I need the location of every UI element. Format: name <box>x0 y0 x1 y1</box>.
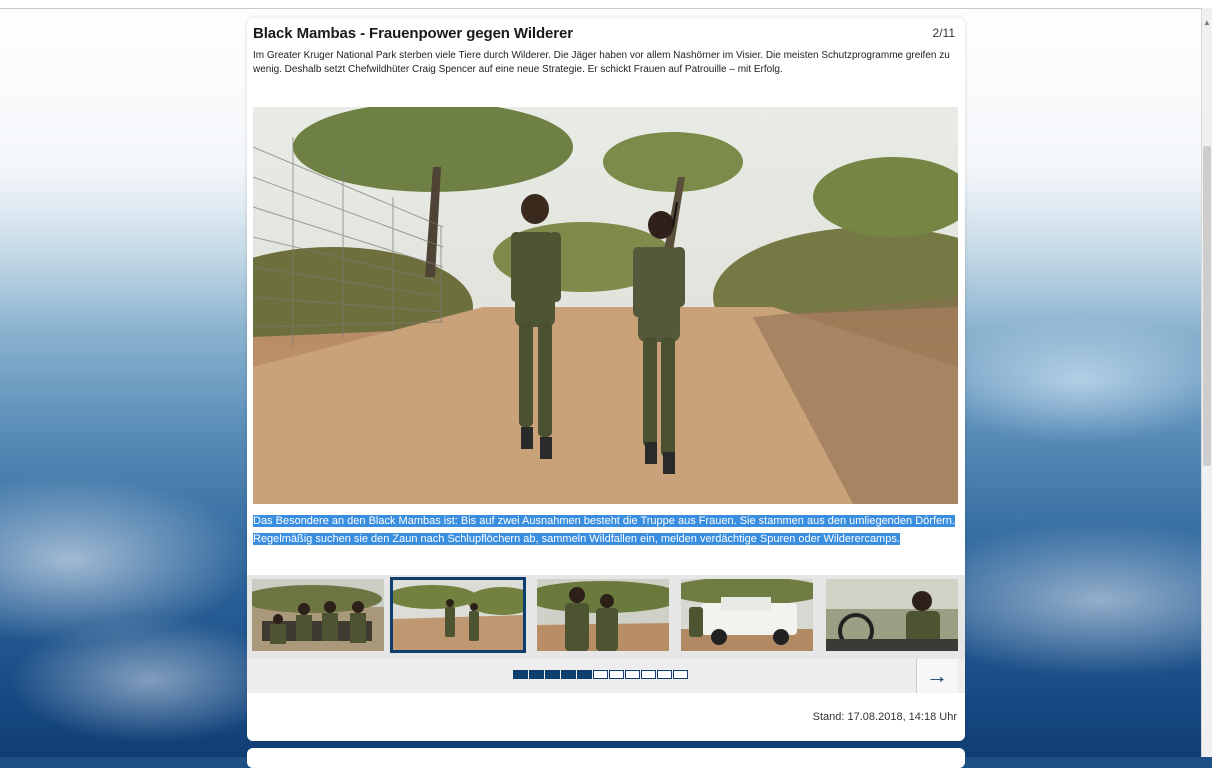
slide-progress <box>513 670 688 682</box>
slide-dot-3[interactable] <box>545 670 560 679</box>
timestamp: Stand: 17.08.2018, 14:18 Uhr <box>812 711 957 723</box>
slide-dot-8[interactable] <box>625 670 640 679</box>
photo-caption: Das Besondere an den Black Mambas ist: B… <box>253 512 961 548</box>
scroll-thumb[interactable] <box>1203 146 1211 466</box>
caption-text: Das Besondere an den Black Mambas ist: B… <box>253 515 955 545</box>
slide-dot-10[interactable] <box>657 670 672 679</box>
thumbnail-4[interactable] <box>681 579 813 651</box>
main-photo[interactable] <box>253 107 958 504</box>
thumbnail-3[interactable] <box>537 579 669 651</box>
slide-dot-9[interactable] <box>641 670 656 679</box>
photo-two-rangers-walking <box>253 107 958 504</box>
slide-dot-5[interactable] <box>577 670 592 679</box>
slide-counter: 2/11 <box>932 26 955 40</box>
article-lead: Im Greater Kruger National Park sterben … <box>253 50 950 75</box>
thumbnail-5[interactable] <box>826 579 958 651</box>
gallery-card: Black Mambas - Frauenpower gegen Wildere… <box>247 18 965 741</box>
slide-dot-11[interactable] <box>673 670 688 679</box>
scroll-up-icon[interactable]: ▲ <box>1203 18 1211 28</box>
slide-dot-2[interactable] <box>529 670 544 679</box>
thumbnail-strip <box>247 575 965 659</box>
article-title: Black Mambas - Frauenpower gegen Wildere… <box>253 25 574 42</box>
slide-dot-4[interactable] <box>561 670 576 679</box>
page-scrollbar[interactable]: ▲ <box>1201 8 1212 757</box>
next-card-edge <box>247 748 965 768</box>
browser-top-edge <box>0 0 1212 9</box>
slide-dot-1[interactable] <box>513 670 528 679</box>
thumbnail-2[interactable] <box>390 577 526 653</box>
slide-dot-7[interactable] <box>609 670 624 679</box>
gallery-pager: → <box>247 659 965 693</box>
next-arrow-icon[interactable]: → <box>916 659 957 693</box>
thumbnail-1[interactable] <box>252 579 384 651</box>
slide-dot-6[interactable] <box>593 670 608 679</box>
